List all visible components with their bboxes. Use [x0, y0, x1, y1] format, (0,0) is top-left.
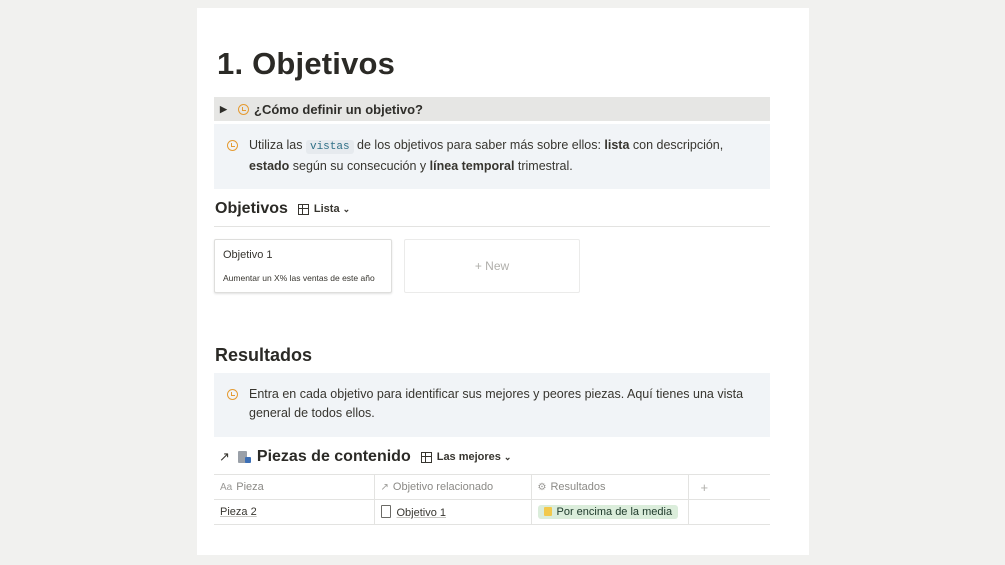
relation-link[interactable]: Objetivo 1 — [397, 507, 447, 519]
toggle-block[interactable]: ▶ ¿Cómo definir un objetivo? — [214, 97, 770, 121]
toggle-triangle-icon[interactable]: ▶ — [220, 104, 232, 115]
clock-icon — [227, 137, 238, 156]
column-header-pieza[interactable]: Aa Pieza — [214, 474, 374, 500]
gallery-card[interactable]: Objetivo 1 Aumentar un X% las ventas de … — [214, 239, 392, 293]
callout-text: Entra en cada objetivo para identificar … — [249, 387, 744, 420]
column-label: Pieza — [236, 481, 264, 493]
bold-text: lista — [604, 138, 630, 152]
table-icon — [297, 203, 309, 215]
new-card-button[interactable]: + New — [404, 239, 580, 293]
select-property-icon: ⚙ — [537, 482, 547, 493]
resultados-heading: Resultados — [215, 345, 312, 366]
link-arrow-icon: ↗ — [219, 449, 230, 464]
view-label: Lista — [313, 203, 340, 215]
database-icon — [237, 451, 251, 463]
plus-icon: + — [700, 479, 709, 495]
clock-icon — [238, 102, 249, 117]
view-label: Las mejores — [436, 451, 501, 463]
toggle-label: ¿Cómo definir un objetivo? — [254, 101, 423, 117]
text-property-icon: Aa — [220, 482, 233, 493]
callout-text: Utiliza las — [249, 138, 306, 152]
column-label: Resultados — [550, 481, 606, 493]
callout-vistas: Utiliza las vistas de los objetivos para… — [214, 124, 770, 189]
view-switcher-las-mejores[interactable]: Las mejores ⌄ — [420, 451, 512, 463]
row-title[interactable]: Pieza 2 — [220, 506, 257, 518]
tag-label: Por encima de la media — [556, 506, 673, 518]
inline-code: vistas — [305, 140, 354, 154]
card-title: Objetivo 1 — [223, 249, 273, 261]
resultados-title: Resultados — [215, 345, 313, 365]
card-description: Aumentar un X% las ventas de este año — [223, 273, 375, 283]
bold-text: línea temporal — [429, 159, 515, 173]
column-label: Objetivo relacionado — [392, 481, 494, 493]
linked-database-header: ↗ Piezas de contenido Las mejores ⌄ — [219, 448, 511, 466]
note-emoji-icon — [543, 507, 552, 516]
clock-icon — [227, 386, 238, 405]
objetivos-header: Objetivos Lista ⌄ — [215, 200, 350, 218]
bold-text: estado — [249, 159, 290, 173]
add-column-button[interactable]: + — [687, 474, 770, 500]
callout-text: trimestral. — [514, 159, 573, 173]
cell-pieza[interactable]: Pieza 2 — [214, 499, 374, 525]
callout-text: según su consecución y — [289, 159, 430, 173]
column-header-objetivo[interactable]: ↗ Objetivo relacionado — [373, 474, 531, 500]
chevron-down-icon: ⌄ — [503, 451, 512, 462]
callout-resultados: Entra en cada objetivo para identificar … — [214, 373, 770, 437]
table-icon — [420, 451, 432, 463]
page-icon — [380, 505, 391, 518]
callout-text: con descripción, — [629, 138, 724, 152]
database-table: Aa Pieza ↗ Objetivo relacionado ⚙ Resultado… — [214, 474, 770, 525]
database-title[interactable]: Piezas de contenido — [257, 448, 411, 466]
relation-arrow-icon: ↗ — [380, 482, 389, 493]
view-switcher-lista[interactable]: Lista ⌄ — [297, 203, 351, 215]
page: 1. Objetivos ▶ ¿Cómo definir un objetivo… — [197, 8, 809, 555]
divider — [214, 226, 770, 227]
callout-text: de los objetivos para saber más sobre el… — [353, 138, 605, 152]
objetivos-title[interactable]: Objetivos — [215, 200, 288, 218]
cell-resultados[interactable]: Por encima de la media — [530, 499, 688, 525]
cell-objetivo[interactable]: Objetivo 1 — [373, 499, 531, 525]
page-title: 1. Objetivos — [217, 46, 396, 81]
status-tag: Por encima de la media — [537, 505, 679, 519]
new-label: + New — [474, 259, 510, 273]
table-header-row: Aa Pieza ↗ Objetivo relacionado ⚙ Resultado… — [214, 474, 770, 500]
cell-empty — [687, 499, 770, 525]
table-row[interactable]: Pieza 2 Objetivo 1 Por encima de la medi… — [214, 499, 770, 525]
column-header-resultados[interactable]: ⚙ Resultados — [530, 474, 688, 500]
chevron-down-icon: ⌄ — [342, 203, 351, 214]
